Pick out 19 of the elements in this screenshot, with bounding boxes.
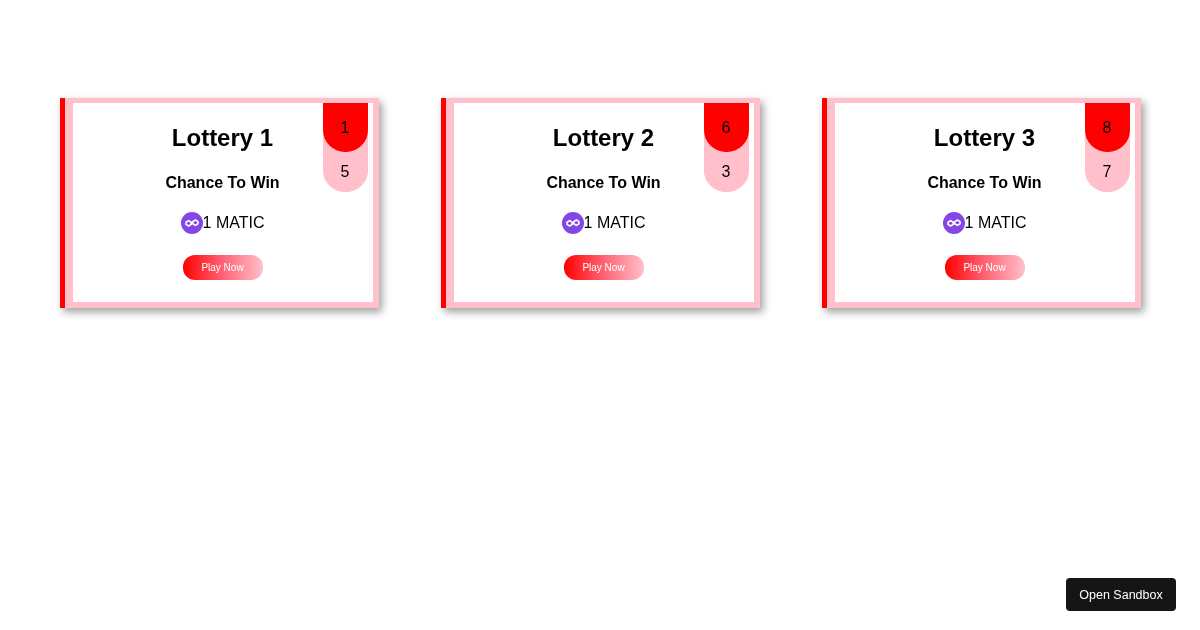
open-sandbox-button[interactable]: Open Sandbox bbox=[1066, 578, 1176, 611]
lottery-title: Lottery 3 bbox=[933, 124, 1036, 152]
play-now-button[interactable]: Play Now bbox=[182, 255, 263, 280]
prize-amount: 1 MATIC bbox=[202, 213, 265, 233]
number-tag: 8 bbox=[1084, 103, 1130, 152]
prize-amount: 1 MATIC bbox=[964, 213, 1027, 233]
number-tag: 6 bbox=[703, 103, 749, 152]
coin-icon bbox=[942, 212, 965, 234]
number-tag: 1 bbox=[322, 103, 368, 152]
prize-amount: 1 MATIC bbox=[583, 213, 646, 233]
lottery-title: Lottery 1 bbox=[171, 124, 274, 152]
chance-label: Chance To Win bbox=[927, 173, 1042, 193]
chance-label: Chance To Win bbox=[546, 173, 661, 193]
play-now-button[interactable]: Play Now bbox=[944, 255, 1025, 280]
lottery-title: Lottery 2 bbox=[552, 124, 655, 152]
chance-label: Chance To Win bbox=[165, 173, 280, 193]
coin-icon bbox=[561, 212, 584, 234]
coin-icon bbox=[180, 212, 203, 234]
play-now-button[interactable]: Play Now bbox=[563, 255, 644, 280]
